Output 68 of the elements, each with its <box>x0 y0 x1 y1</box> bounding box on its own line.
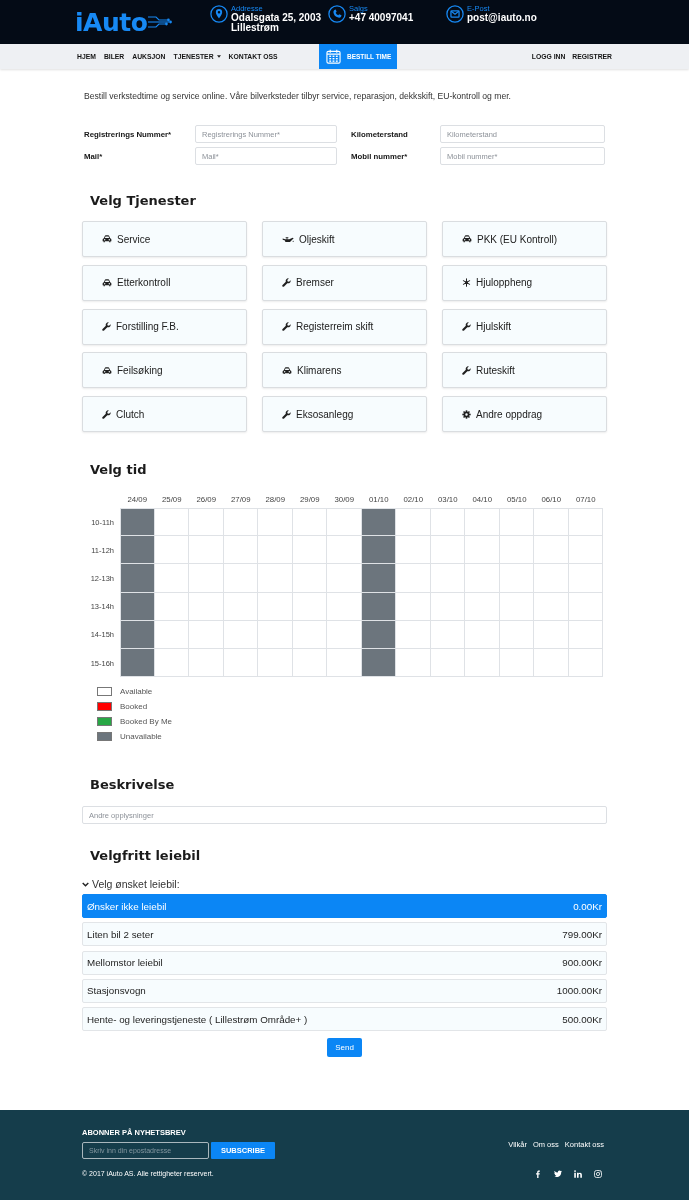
service-option[interactable]: Clutch <box>82 396 247 432</box>
legend-label: Unavailable <box>120 732 162 742</box>
time-slot[interactable] <box>120 536 155 565</box>
twitter-icon <box>554 1170 562 1178</box>
service-option[interactable]: Andre oppdrag <box>442 396 607 432</box>
section-heading: Velg tid <box>89 461 148 479</box>
car-icon <box>102 366 112 374</box>
service-option[interactable]: Hjuloppheng <box>442 264 607 301</box>
time-slot[interactable] <box>120 508 155 537</box>
service-option[interactable]: Forstilling F.B. <box>82 308 247 345</box>
send-button[interactable]: Send <box>327 1038 362 1058</box>
linkedin-icon <box>574 1170 582 1178</box>
service-option[interactable]: Service <box>82 221 247 257</box>
car-icon <box>462 235 472 243</box>
contact-value: post@iauto.no <box>467 13 538 23</box>
wrench-icon <box>282 278 291 288</box>
time-slot[interactable] <box>361 536 396 565</box>
time-slot[interactable] <box>120 648 155 678</box>
cog-icon <box>462 409 471 419</box>
wrench-icon <box>282 322 291 331</box>
wrench-icon <box>462 322 471 331</box>
car-icon <box>102 279 112 287</box>
service-option[interactable]: Eksosanlegg <box>262 396 427 432</box>
time-slot[interactable] <box>120 592 155 621</box>
time-slot[interactable] <box>120 620 155 649</box>
rental-option[interactable]: Ønsker ikke leiebil 0.00Kr <box>82 894 607 919</box>
rental-option[interactable]: Stasjonsvogn 1000.00Kr <box>82 978 607 1003</box>
envelope-icon <box>446 5 464 23</box>
oil-can-icon <box>282 235 294 243</box>
time-slot[interactable] <box>361 564 396 593</box>
section-heading: Beskrivelse <box>89 776 176 795</box>
service-option[interactable]: Klimarens <box>262 352 427 389</box>
time-slot[interactable] <box>120 564 155 593</box>
car-icon <box>282 366 292 374</box>
intro-text: Bestill verkstedtime og service online. Våre bilverksteder tilbyr service, reparasjon, dekkskift, EU-kontroll og mer. <box>84 90 512 102</box>
wrench-icon <box>282 409 291 419</box>
legend-label: Available <box>120 687 153 697</box>
instagram-icon <box>594 1170 602 1178</box>
section-heading: Velgfritt leiebil <box>89 847 202 866</box>
phone-icon <box>328 5 346 23</box>
logo-text[interactable]: iAuto <box>75 9 148 35</box>
rental-option[interactable]: Liten bil 2 seter 799.00Kr <box>82 922 607 947</box>
section-heading: Velg Tjenester <box>89 192 197 210</box>
service-option[interactable]: Oljeskift <box>262 221 427 257</box>
time-slot[interactable] <box>361 508 396 537</box>
rental-option[interactable]: Mellomstor leiebil 900.00Kr <box>82 950 607 975</box>
legend-label: Booked <box>120 702 148 712</box>
service-option[interactable]: Bremser <box>262 264 427 301</box>
rental-toggle[interactable]: Velg ønsket leiebil: <box>82 877 180 892</box>
wrench-icon <box>462 365 471 375</box>
service-option[interactable]: Etterkontroll <box>82 264 247 301</box>
rental-option[interactable]: Hente- og leveringstjeneste ( Lillestrøm Område+ ) 500.00Kr <box>82 1007 607 1032</box>
calendar-icon <box>326 49 341 64</box>
snowflake-icon <box>462 278 471 288</box>
contact-value: Odalsgata 25, 2003 Lillestrøm <box>231 13 323 33</box>
service-option[interactable]: Hjulskift <box>442 308 607 345</box>
service-option[interactable]: PKK (EU Kontroll) <box>442 221 607 257</box>
service-option[interactable]: Feilsøking <box>82 352 247 389</box>
wrench-icon <box>102 322 111 331</box>
wrench-icon <box>102 409 111 419</box>
contact-value: +47 40097041 <box>349 13 415 23</box>
legend-label: Booked By Me <box>120 717 173 727</box>
facebook-icon <box>534 1170 542 1178</box>
service-option[interactable]: Registerreim skift <box>262 308 427 345</box>
location-pin-icon <box>210 5 228 23</box>
circuit-lines-icon <box>148 14 173 30</box>
car-icon <box>102 235 112 243</box>
service-option[interactable]: Ruteskift <box>442 352 607 389</box>
